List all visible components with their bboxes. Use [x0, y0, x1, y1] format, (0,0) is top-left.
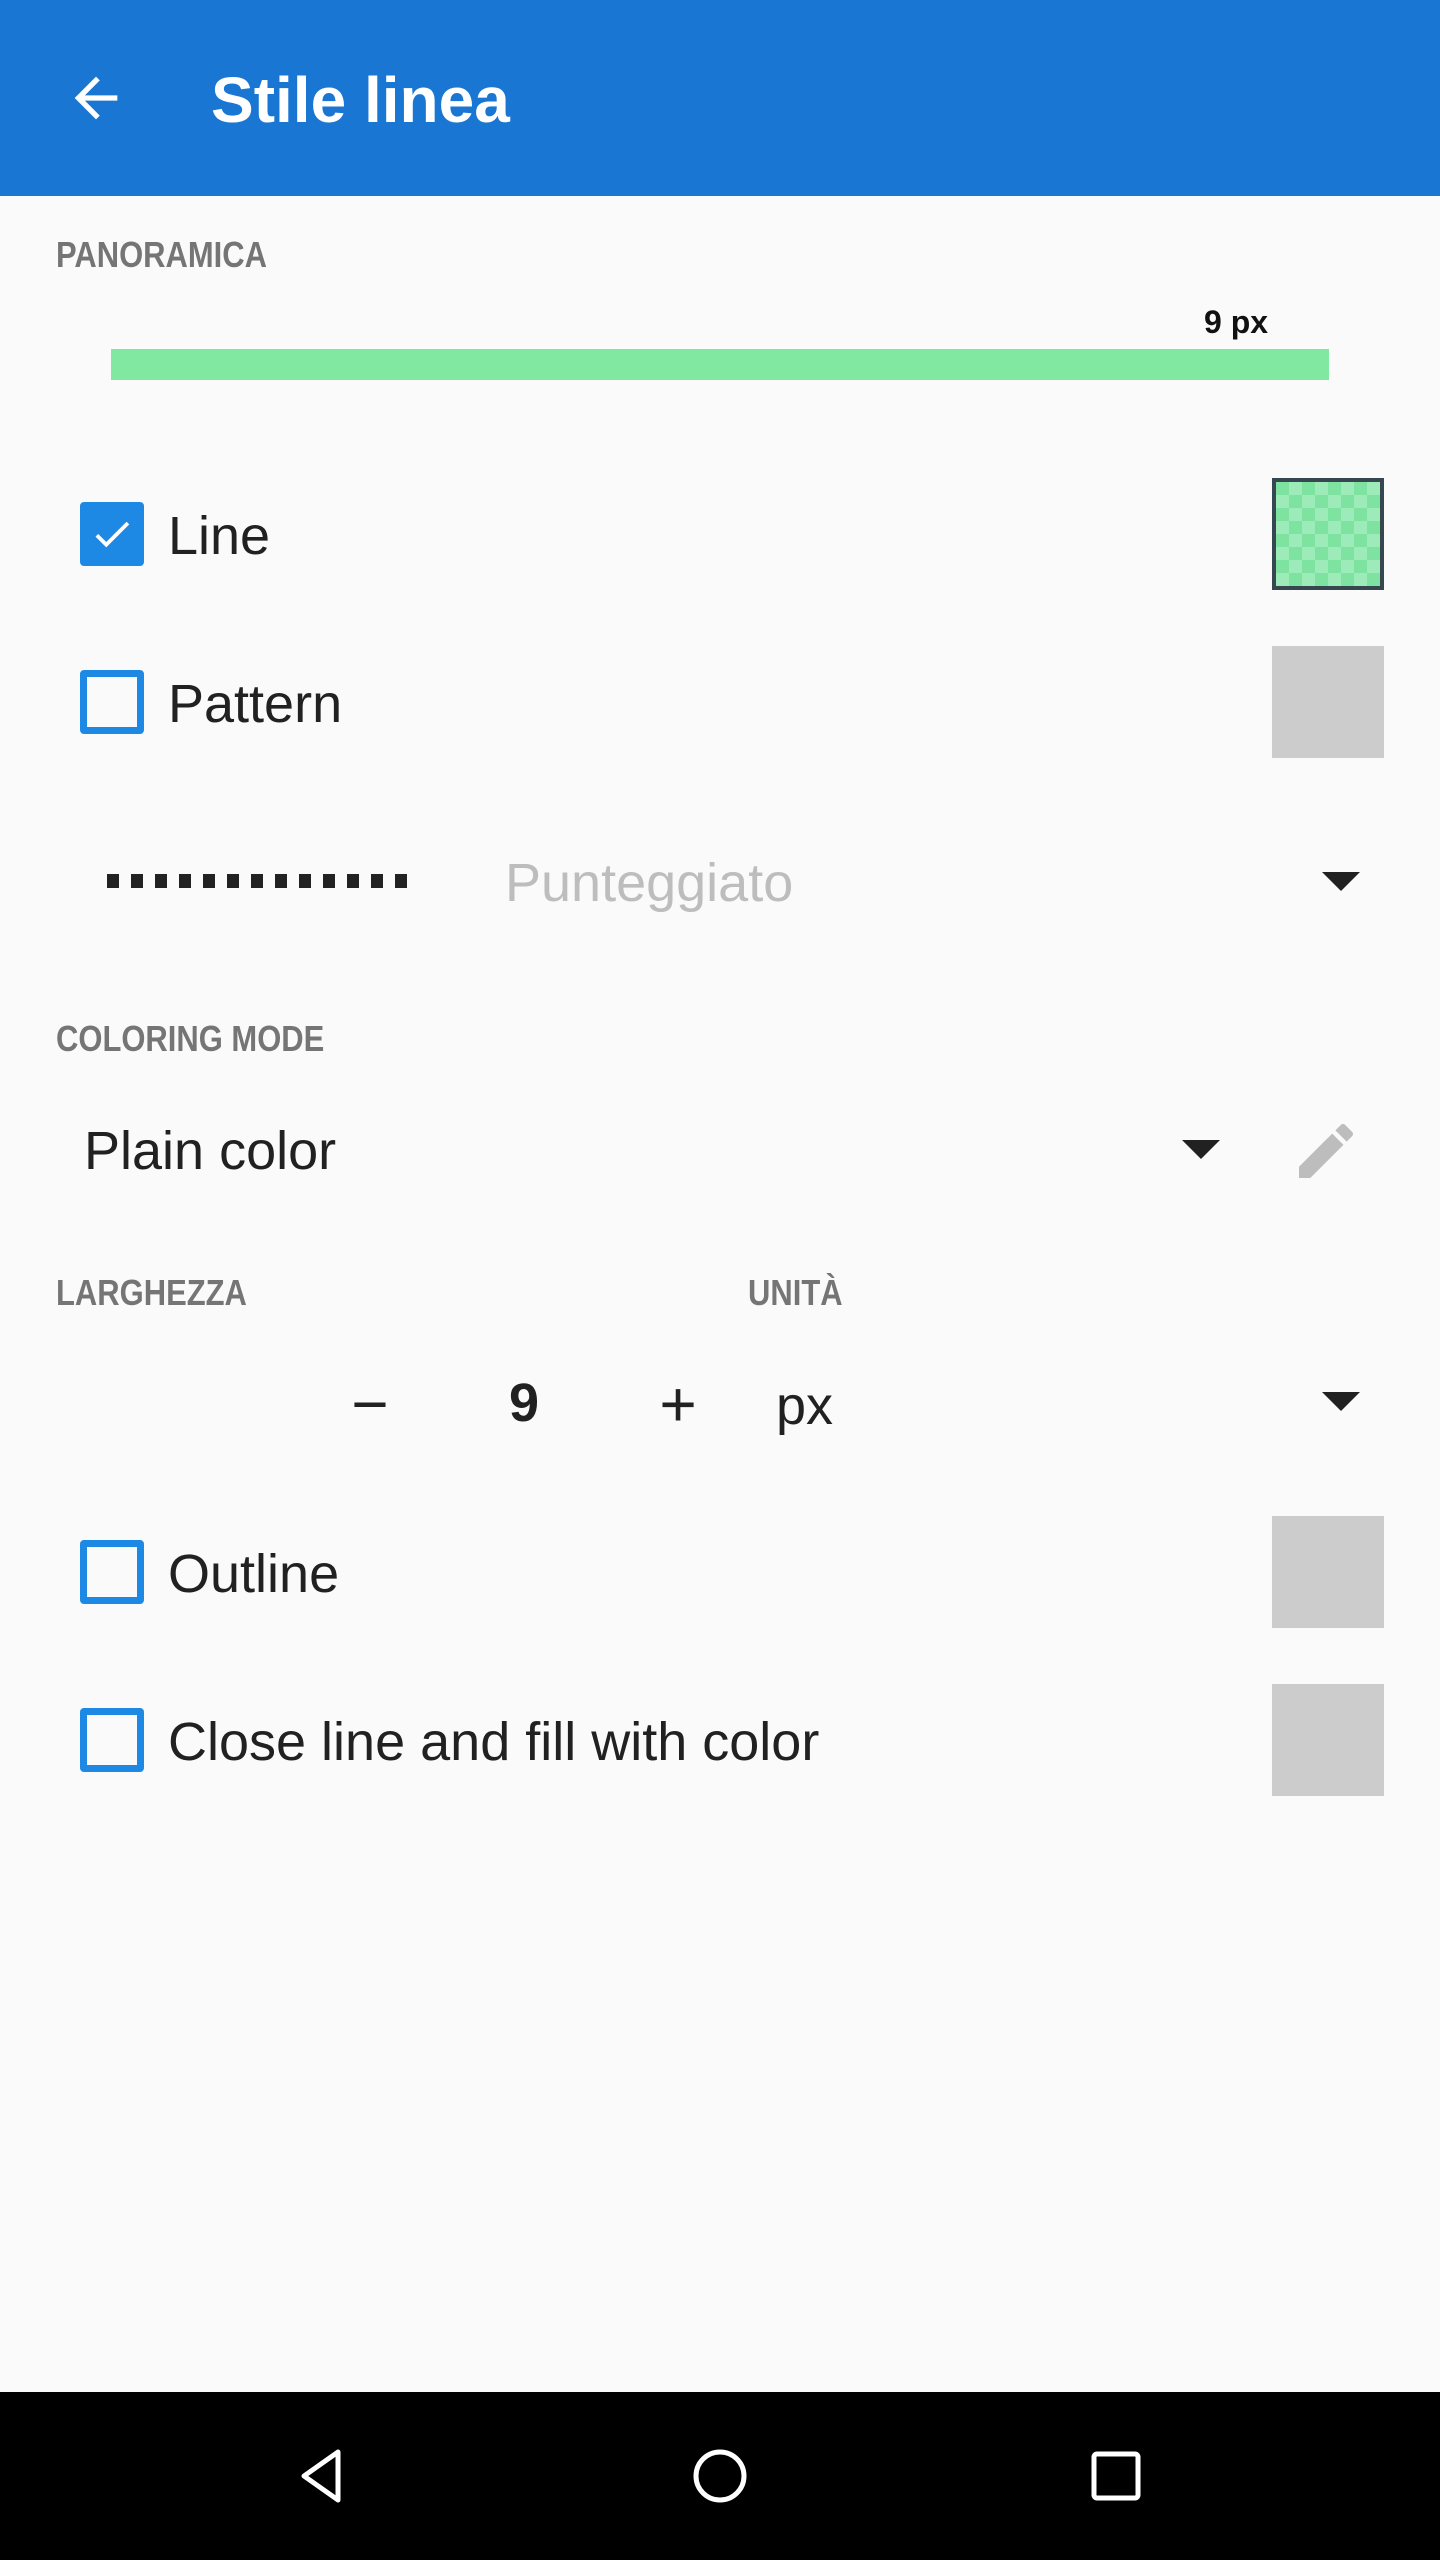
outline-color-swatch[interactable] — [1272, 1516, 1384, 1628]
nav-back-icon[interactable] — [272, 2426, 372, 2526]
close-fill-row[interactable]: Close line and fill with color — [0, 1670, 1440, 1810]
unit-select-value: px — [776, 1376, 834, 1436]
line-label: Line — [168, 506, 271, 566]
system-nav-bar — [0, 2392, 1440, 2560]
fill-color-swatch[interactable] — [1272, 1684, 1384, 1796]
preview-width-label: 9 px — [1204, 304, 1269, 340]
coloring-mode-value: Plain color — [84, 1121, 337, 1181]
outline-checkbox[interactable] — [80, 1540, 144, 1604]
chevron-down-icon — [1322, 1392, 1360, 1411]
dotted-pattern-preview — [107, 874, 413, 888]
nav-home-icon[interactable] — [670, 2426, 770, 2526]
pencil-icon[interactable] — [1290, 1115, 1362, 1187]
app-bar: Stile linea — [0, 0, 1440, 196]
unit-section-label: UNITÀ — [748, 1272, 843, 1313]
decrease-width-button[interactable]: − — [322, 1356, 418, 1452]
page-title: Stile linea — [211, 64, 510, 136]
pattern-select-value: Punteggiato — [505, 853, 794, 913]
check-icon — [95, 521, 130, 548]
coloring-section-label: COLORING MODE — [56, 1018, 325, 1059]
nav-recents-icon[interactable] — [1066, 2426, 1166, 2526]
line-preview — [111, 349, 1329, 380]
back-button[interactable] — [48, 50, 144, 146]
line-checkbox[interactable] — [80, 502, 144, 566]
chevron-down-icon — [1182, 1140, 1220, 1159]
increase-width-button[interactable]: + — [630, 1356, 726, 1452]
width-section-label: LARGHEZZA — [56, 1272, 247, 1313]
line-row[interactable]: Line — [0, 464, 1440, 604]
line-color-swatch[interactable] — [1272, 478, 1384, 590]
outline-row[interactable]: Outline — [0, 1502, 1440, 1642]
pattern-color-swatch[interactable] — [1272, 646, 1384, 758]
width-value: 9 — [508, 1373, 540, 1433]
arrow-back-icon — [74, 76, 118, 120]
outline-label: Outline — [168, 1544, 340, 1604]
close-fill-label: Close line and fill with color — [168, 1712, 820, 1772]
chevron-down-icon — [1322, 872, 1360, 891]
pattern-row[interactable]: Pattern — [0, 632, 1440, 772]
pattern-checkbox[interactable] — [80, 670, 144, 734]
pattern-label: Pattern — [168, 674, 343, 734]
close-fill-checkbox[interactable] — [80, 1708, 144, 1772]
preview-section-label: PANORAMICA — [56, 234, 267, 275]
